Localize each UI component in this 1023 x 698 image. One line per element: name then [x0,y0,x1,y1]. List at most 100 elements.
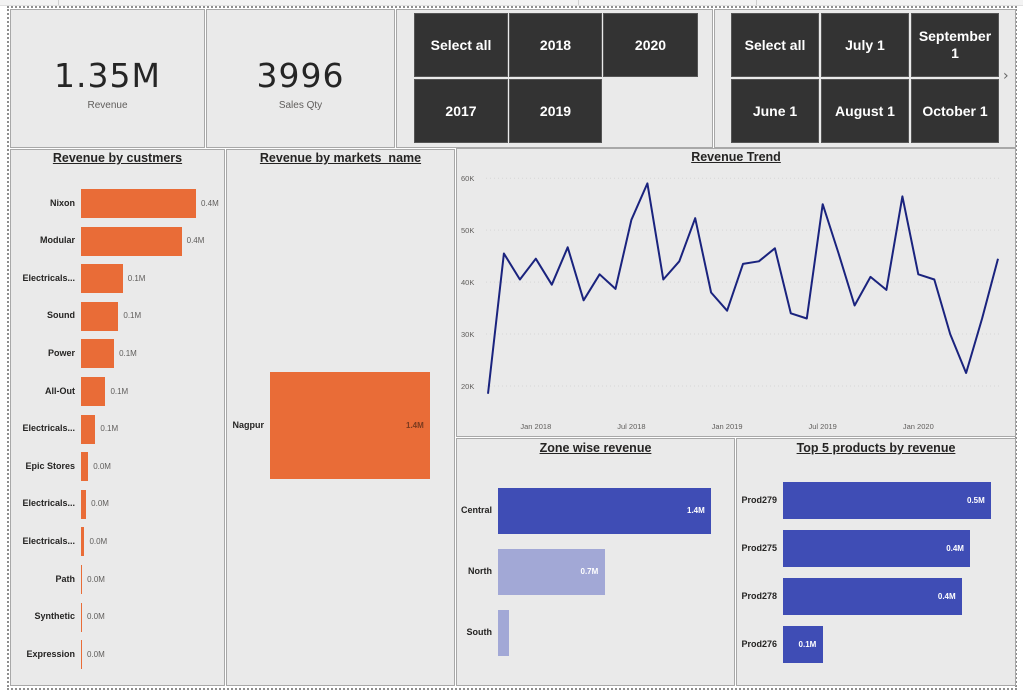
bar-value-label: 0.1M [100,424,119,434]
bar-value-label: 0.0M [87,574,105,584]
year-slicer-2017[interactable]: 2017 [414,79,508,143]
bar-category-label: Synthetic [34,611,75,622]
bar[interactable] [81,226,182,256]
y-tick-label: 20K [461,382,474,391]
date-slicer-june-1[interactable]: June 1 [731,79,819,143]
top-products-title: Top 5 products by revenue [796,441,956,455]
revenue-trend-chart: 20K 30K 40K 50K 60K Jan 2018 Jul 2018 Jan 2019 J… [461,174,1002,431]
bar[interactable] [498,488,711,534]
date-slicer-august-1[interactable]: August 1 [821,79,909,143]
ribbon-divider [578,0,579,5]
revenue-trend-line[interactable] [487,182,999,394]
y-tick-label: 60K [461,174,474,183]
date-slicer-select-all[interactable]: Select all [731,13,819,77]
revenue-by-customers-panel[interactable]: Revenue by custmers Nixon 0.4M Modular 0.4M… [10,149,225,686]
bar-value-label: 0.4M [186,236,205,246]
bar-category-label: Sound [47,310,75,321]
date-slicer: Select all July 1 September 1 June 1 Aug… [714,9,1016,148]
revenue-card[interactable]: 1.35M Revenue [10,9,205,148]
bar-category-label: Expression [26,648,75,659]
bar-value-label: 0.1M [127,273,146,283]
x-tick-label: Jul 2019 [809,422,837,431]
bar-category-label: Nagpur [232,419,265,430]
date-slicer-october-1[interactable]: October 1 [911,79,999,143]
y-tick-label: 30K [461,330,474,339]
bar[interactable] [81,339,115,369]
year-slicer-2019[interactable]: 2019 [509,79,602,143]
bar[interactable] [81,189,196,218]
bar-category-label: Prod278 [741,590,777,601]
bar[interactable] [81,414,96,444]
bar[interactable] [81,640,82,670]
bar[interactable] [81,301,119,331]
date-slicer-september-1[interactable]: September 1 [911,13,999,77]
bar-category-label: All-Out [45,385,75,396]
x-tick-label: Jul 2018 [617,422,645,431]
year-slicer-select-all[interactable]: Select all [414,13,508,77]
ribbon-divider [58,0,59,5]
revenue-card-value: 1.35M [54,56,161,95]
report-canvas: 1.35M Revenue 3996 Sales Qty Select all … [0,0,1023,698]
x-tick-label: Jan 2019 [712,422,743,431]
bar-category-label: Modular [40,235,75,246]
bar[interactable] [81,527,85,557]
year-slicer: Select all 2018 2020 2017 2019 [396,9,713,148]
bar-value-label: 0.0M [93,461,111,471]
chevron-right-icon[interactable]: › [1003,68,1009,84]
bar[interactable] [81,264,123,294]
revenue-by-customers-title: Revenue by custmers [52,151,183,165]
bar[interactable] [783,482,991,519]
revenue-card-label: Revenue [87,100,128,111]
bar-value-label: 0.1M [123,311,142,321]
bar-category-label: Electricals... [22,498,75,509]
bar-category-label: Prod275 [741,542,777,553]
bar-value-label: 0.1M [798,639,817,649]
bar-value-label: 0.4M [937,591,956,601]
bar-value-label: 0.0M [87,649,105,659]
bar[interactable] [783,530,971,567]
y-tick-label: 50K [461,226,474,235]
bar-category-label: Electricals... [22,272,75,283]
bar-value-label: 0.0M [91,499,109,509]
bar-value-label: 0.7M [580,567,599,576]
top-products-panel[interactable]: Top 5 products by revenue Prod279 0.5M Pro… [736,438,1016,686]
year-slicer-2020[interactable]: 2020 [603,13,698,77]
bar[interactable] [81,565,83,594]
bar[interactable] [81,489,87,519]
bar-value-label: 0.1M [110,386,129,396]
bar-value-label: 1.4M [687,506,705,515]
x-tick-label: Jan 2018 [520,422,551,431]
bar-value-label: 0.5M [967,495,985,505]
zone-revenue-panel[interactable]: Zone wise revenue Central 1.4M North 0.7M So… [456,438,735,686]
bar-value-label: 0.0M [89,536,108,546]
year-slicer-2018[interactable]: 2018 [509,13,602,77]
bar-category-label: Epic Stores [25,460,75,471]
bar-category-label: North [468,566,492,576]
bar[interactable] [498,610,509,656]
bar-value-label: 0.0M [87,612,105,622]
bar-category-label: Central [460,505,492,515]
bar-category-label: Prod279 [741,494,777,505]
bar-category-label: Prod276 [741,638,777,649]
revenue-by-markets-title: Revenue by markets_name [259,151,422,165]
bar[interactable] [81,452,89,482]
revenue-trend-panel[interactable]: Revenue Trend 20K 30K 40K 50K 60K Jan 2018 Jul… [456,148,1016,437]
sales-qty-card[interactable]: 3996 Sales Qty [206,9,395,148]
bar-value-label: 0.4M [946,543,964,553]
bar-category-label: Power [47,347,75,358]
bar[interactable] [81,602,82,632]
date-slicer-july-1[interactable]: July 1 [821,13,909,77]
sales-qty-card-label: Sales Qty [278,100,323,111]
bar-category-label: Path [55,573,75,584]
revenue-by-markets-panel[interactable]: Revenue by markets_name Nagpur 1.4M [226,149,455,686]
bar[interactable] [81,377,106,406]
y-tick-label: 40K [461,278,474,287]
bar-category-label: Electricals... [22,535,75,546]
bar-value-label: 0.4M [201,198,219,208]
bar-category-label: Electricals... [22,423,75,434]
zone-revenue-title: Zone wise revenue [539,441,652,455]
bar[interactable] [783,578,962,615]
bar-value-label: 1.4M [406,420,424,430]
bar-category-label: South [466,627,493,637]
x-tick-label: Jan 2020 [903,422,934,431]
